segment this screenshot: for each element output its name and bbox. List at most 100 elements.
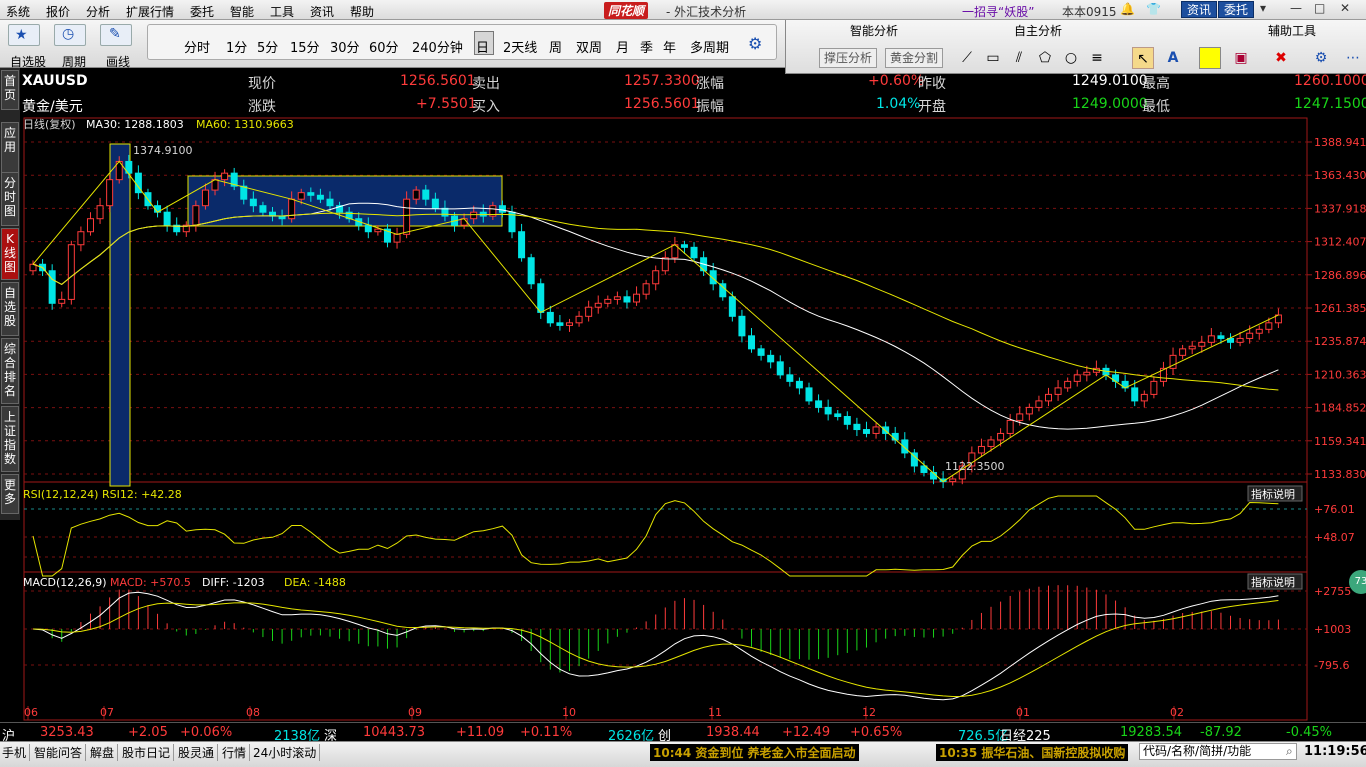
draw-button[interactable]: ✎ (100, 24, 132, 46)
ma60-label: MA60: 1310.9663 (196, 118, 294, 131)
delete-tool-icon[interactable]: ✖ (1270, 47, 1292, 69)
label-change-pct: 涨幅 (696, 76, 724, 92)
tab-home[interactable]: 首页 (1, 70, 19, 110)
candle-body (1236, 337, 1244, 343)
menu-system[interactable]: 系统 (6, 3, 30, 20)
candle-body (585, 306, 593, 317)
period-month[interactable]: 月 (616, 37, 629, 56)
golden-split-button[interactable]: 黄金分割 (885, 48, 944, 68)
cursor-tool-icon[interactable]: ↖ (1132, 47, 1154, 69)
status-diary[interactable]: 股市日记 (122, 744, 175, 761)
label-ask: 卖出 (472, 76, 500, 92)
kline-chart[interactable]: 1388.941 1363.430 1337.918 1312.407 1286.896… (20, 116, 1366, 722)
polygon-tool-icon[interactable]: ⬠ (1034, 47, 1056, 69)
nk-value[interactable]: 19283.54 (1120, 725, 1182, 740)
menu-trade[interactable]: 委托 (190, 3, 214, 20)
news-ticker-1[interactable]: 10:44 资金到位 养老金入市全面启动 (650, 744, 859, 761)
value-change: +7.5501 (416, 96, 477, 112)
status-market[interactable]: 行情 (222, 744, 251, 761)
bookmark-tool-icon[interactable]: ▣ (1230, 47, 1252, 69)
period-5min[interactable]: 5分 (257, 37, 278, 56)
dropdown-icon[interactable]: ▾ (1260, 1, 1266, 15)
period-day[interactable]: 日 (476, 37, 489, 56)
tab-more[interactable]: 更多 (1, 474, 19, 514)
fib-tool-icon[interactable]: ≡ (1086, 47, 1108, 69)
float-badge[interactable]: 73 (1349, 570, 1366, 594)
tab-shindex[interactable]: 上证指数 (1, 406, 19, 472)
news-button[interactable]: 资讯 (1181, 1, 1218, 18)
tab-timeshare[interactable]: 分时图 (1, 172, 19, 226)
menu-smart[interactable]: 智能 (230, 3, 254, 20)
candle-body (1198, 341, 1206, 347)
more-tool-icon[interactable]: ⋯ (1342, 47, 1364, 69)
main-title: 日线(复权) (23, 117, 76, 131)
color-swatch-icon[interactable] (1199, 47, 1221, 69)
candle-body (767, 354, 775, 363)
watchlist-button[interactable]: ★ (8, 24, 40, 46)
cy-value[interactable]: 1938.44 (706, 725, 760, 740)
status-24h[interactable]: 24小时滚动 (253, 744, 321, 761)
settings-tool-icon[interactable]: ⚙ (1310, 47, 1332, 69)
tab-apps[interactable]: 应用 (1, 122, 19, 178)
search-input[interactable]: 代码/名称/简拼/功能 (1139, 743, 1297, 760)
tab-ranking[interactable]: 综合排名 (1, 338, 19, 404)
sh-value[interactable]: 3253.43 (40, 725, 94, 740)
tab-watchlist[interactable]: 自选股 (1, 282, 19, 336)
menu-analysis[interactable]: 分析 (86, 3, 110, 20)
panel-header-self: 自主分析 (1014, 24, 1063, 38)
period-year[interactable]: 年 (663, 37, 676, 56)
symbol-code: XAUUSD (22, 73, 88, 89)
rect-tool-icon[interactable]: ▭ (982, 47, 1004, 69)
label-bid: 买入 (472, 99, 500, 115)
period-2week[interactable]: 双周 (576, 37, 602, 56)
period-week[interactable]: 周 (549, 37, 562, 56)
status-analysis[interactable]: 解盘 (90, 744, 119, 761)
period-30min[interactable]: 30分 (330, 37, 360, 56)
period-1min[interactable]: 1分 (226, 37, 247, 56)
period-2day[interactable]: 2天线 (503, 37, 537, 56)
menu-quote[interactable]: 报价 (46, 3, 70, 20)
period-240min[interactable]: 240分钟 (412, 37, 463, 56)
menu-help[interactable]: 帮助 (350, 3, 374, 20)
promo-link[interactable]: 一招寻“妖股” (962, 3, 1034, 20)
period-60min[interactable]: 60分 (369, 37, 399, 56)
side-tabs: 首页 应用 分时图 K线图 自选股 综合排名 上证指数 更多 (0, 68, 20, 520)
line-tool-icon[interactable]: ⟋ (956, 47, 978, 69)
shirt-icon[interactable]: 👕 (1146, 2, 1161, 16)
candle-body (1207, 335, 1215, 343)
ellipse-tool-icon[interactable]: ○ (1060, 47, 1082, 69)
sz-value[interactable]: 10443.73 (363, 725, 425, 740)
candle-body (67, 244, 75, 300)
gear-icon[interactable]: ⚙ (748, 34, 762, 53)
period-15min[interactable]: 15分 (290, 37, 320, 56)
maximize-icon[interactable]: □ (1314, 1, 1325, 15)
month-label: 10 (562, 706, 576, 719)
period-button[interactable]: ◷ (54, 24, 86, 46)
menu-ext-quote[interactable]: 扩展行情 (126, 3, 174, 20)
candle-body (623, 296, 631, 303)
menu-tools[interactable]: 工具 (270, 3, 294, 20)
trade-button[interactable]: 委托 (1218, 1, 1255, 18)
search-icon[interactable]: ⌕ (1286, 744, 1293, 759)
minimize-icon[interactable]: — (1290, 1, 1302, 15)
candle-body (249, 198, 257, 207)
parallel-tool-icon[interactable]: ⫽ (1008, 47, 1030, 69)
nk-change: -87.92 (1200, 725, 1242, 740)
status-lingtong[interactable]: 股灵通 (178, 744, 219, 761)
price-axis-label: 1133.830 (1314, 468, 1366, 481)
menu-info[interactable]: 资讯 (310, 3, 334, 20)
tab-kline[interactable]: K线图 (1, 228, 19, 280)
nk-pct: -0.45% (1286, 725, 1332, 740)
period-fenshi[interactable]: 分时 (184, 37, 210, 56)
period-multi[interactable]: 多周期 (690, 37, 729, 56)
news-ticker-2[interactable]: 10:35 振华石油、国新控股拟收购 (936, 744, 1129, 761)
diff-value: DIFF: -1203 (202, 576, 265, 589)
bell-icon[interactable]: 🔔 (1120, 2, 1135, 16)
status-mobile[interactable]: 手机 (2, 744, 31, 761)
value-ask: 1257.3300 (624, 73, 700, 89)
support-analysis-button[interactable]: 撑压分析 (819, 48, 878, 68)
text-tool-icon[interactable]: A (1162, 47, 1184, 69)
period-quarter[interactable]: 季 (640, 37, 653, 56)
close-icon[interactable]: ✕ (1340, 1, 1350, 15)
status-qa[interactable]: 智能问答 (34, 744, 87, 761)
